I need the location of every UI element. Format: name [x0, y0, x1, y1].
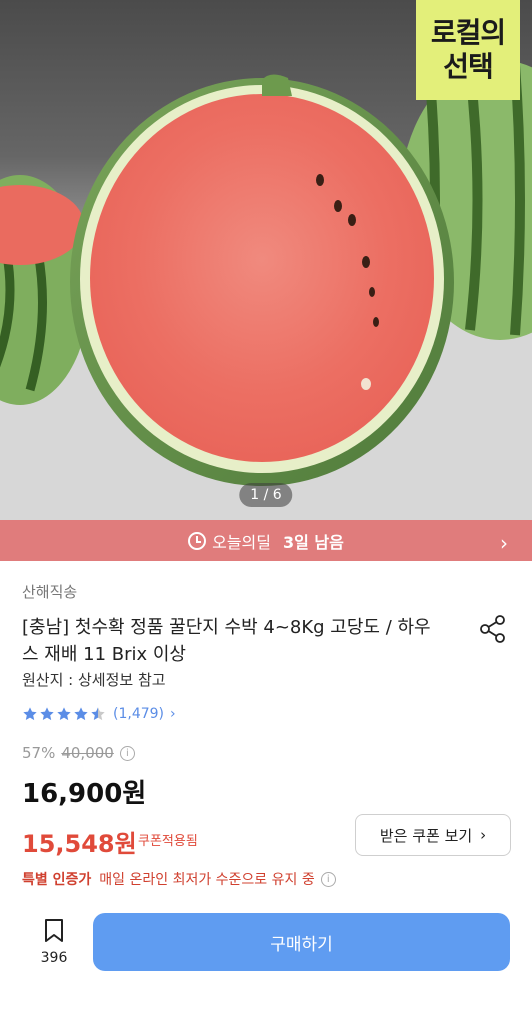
badge-line-2: 선택: [443, 50, 494, 83]
deal-label: 오늘의딜: [212, 532, 271, 552]
chevron-right-icon: ›: [170, 706, 176, 722]
origin-info: 원산지 : 상세정보 참고: [22, 671, 166, 689]
chevron-right-icon: ›: [500, 531, 508, 555]
badge-line-1: 로컬의: [430, 16, 506, 49]
deal-remaining: 3일 남음: [283, 532, 344, 552]
share-button[interactable]: [478, 614, 508, 644]
promo-row: 특별 인증가 매일 온라인 최저가 수준으로 유지 중 i: [22, 869, 336, 889]
product-title: [충남] 첫수확 정품 꿀단지 수박 4~8Kg 고당도 / 하우스 재배 11…: [22, 617, 431, 665]
image-page-indicator: 1 / 6: [239, 483, 293, 507]
bookmark-icon: [45, 919, 63, 942]
local-choice-badge: 로컬의 선택: [416, 0, 520, 100]
todays-deal-bar[interactable]: 오늘의딜 3일 남음 ›: [0, 520, 532, 561]
star-icon: [23, 707, 37, 721]
info-icon[interactable]: i: [320, 871, 336, 887]
chevron-right-icon: ›: [480, 826, 487, 844]
clock-icon: [188, 531, 207, 550]
star-icon: [74, 707, 88, 721]
coupon-price: 15,548원: [22, 830, 137, 858]
view-coupons-label: 받은 쿠폰 보기: [379, 826, 473, 845]
review-count: (1,479): [113, 706, 165, 722]
coupon-applied-label: 쿠폰적용됨: [138, 834, 198, 849]
rating-row[interactable]: (1,479) ›: [22, 706, 176, 722]
discount-row: 57% 40,000 i: [22, 744, 135, 762]
promo-bold: 특별 인증가: [22, 872, 92, 888]
bookmark-button[interactable]: 396: [34, 918, 74, 966]
half-star-icon: [91, 707, 105, 721]
info-icon[interactable]: i: [119, 745, 135, 761]
share-icon: [480, 615, 505, 643]
buy-button[interactable]: 구매하기: [93, 913, 510, 971]
star-icon: [57, 707, 71, 721]
discount-percent: 57%: [22, 744, 56, 762]
view-coupons-button[interactable]: 받은 쿠폰 보기 ›: [355, 814, 511, 856]
sale-price: 16,900원: [22, 779, 147, 809]
star-icon: [40, 707, 54, 721]
seller-name[interactable]: 산해직송: [22, 581, 77, 602]
bookmark-count: 396: [40, 950, 68, 966]
promo-text: 매일 온라인 최저가 수준으로 유지 중: [99, 872, 315, 888]
product-image[interactable]: 로컬의 선택 1 / 6: [0, 0, 532, 520]
original-price: 40,000: [61, 744, 114, 762]
